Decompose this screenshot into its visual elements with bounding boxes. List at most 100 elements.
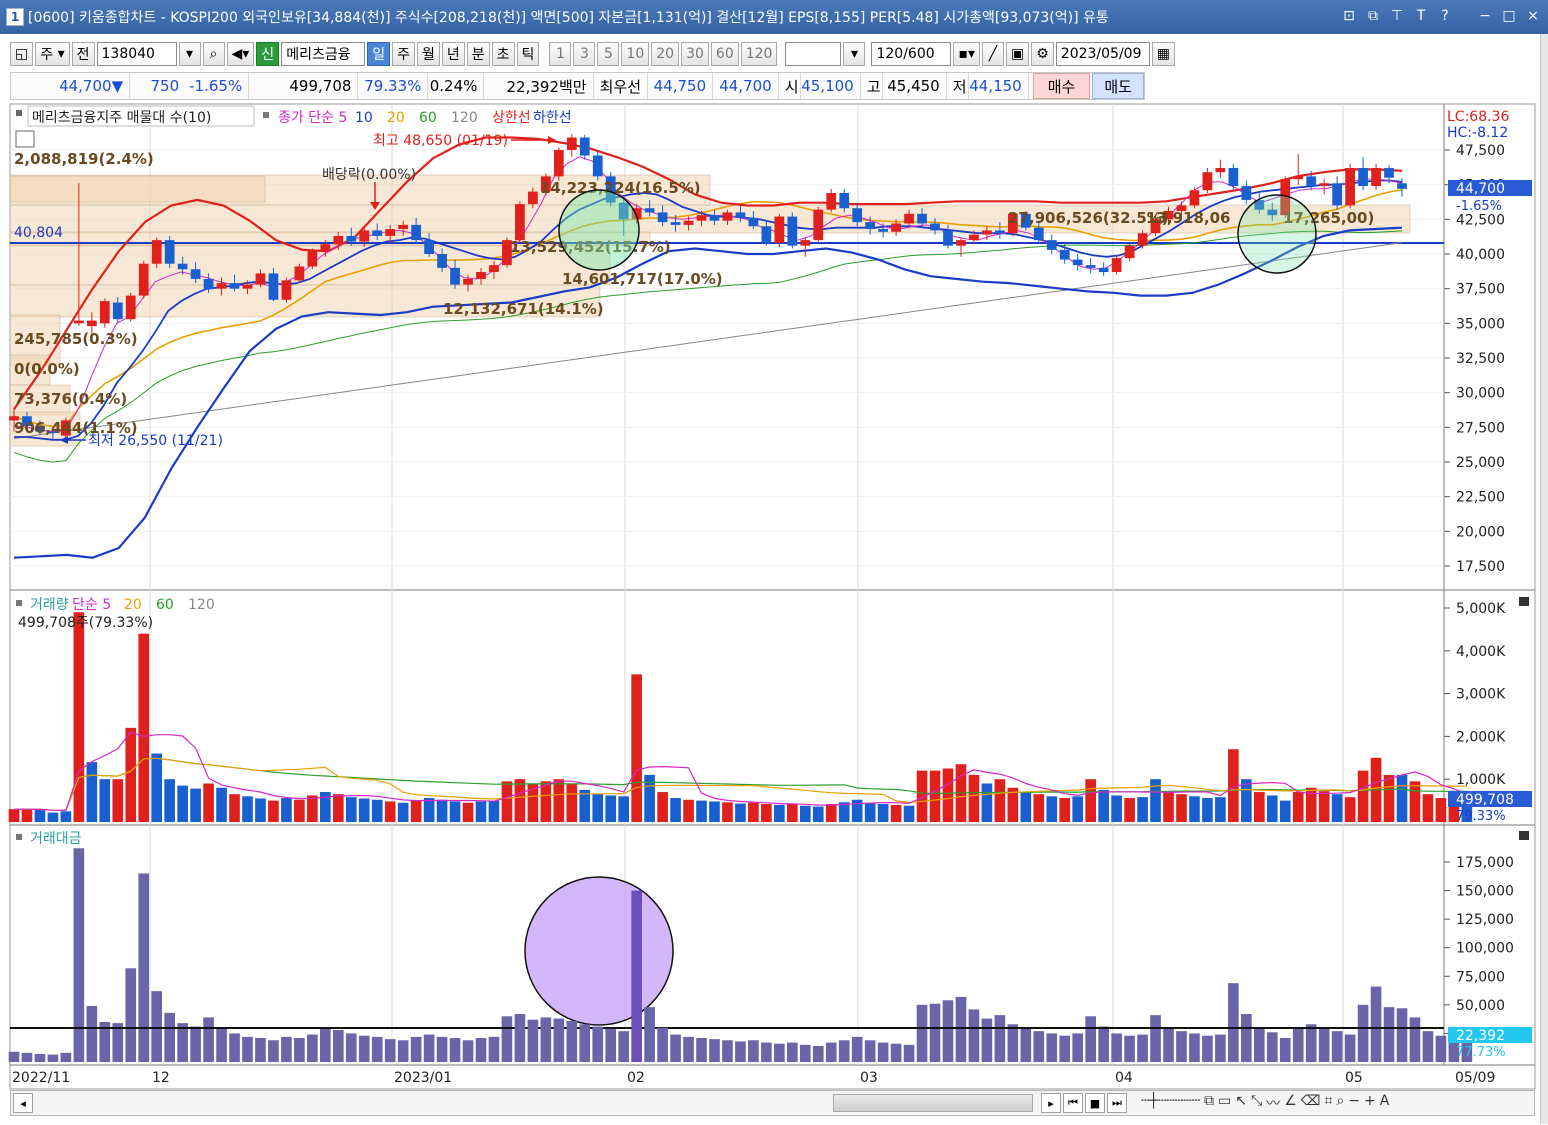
trade-value-bar <box>1370 986 1382 1062</box>
volume-bar <box>877 804 889 822</box>
candle-body <box>190 269 201 279</box>
stock-chart[interactable]: 47,50045,00042,50040,00037,50035,00032,5… <box>0 0 1540 1090</box>
candle-body <box>930 223 940 231</box>
volume-bar <box>1033 794 1045 822</box>
volume-bar <box>229 794 240 822</box>
current-pct-label: -1.65% <box>1456 199 1502 214</box>
candle-body <box>982 230 992 235</box>
price-axis-label: 30,000 <box>1456 386 1505 402</box>
trade-value-bar <box>1020 1028 1032 1062</box>
vertical-scrollbar[interactable] <box>1540 34 1548 1124</box>
zoom-in-icon[interactable]: + <box>1364 1093 1376 1113</box>
volume-bar <box>579 789 591 822</box>
jump-end-icon[interactable]: ⏭ <box>1107 1093 1127 1113</box>
trade-value-bar <box>268 1040 279 1062</box>
volume-bar <box>864 802 876 822</box>
trade-value-bar <box>164 1012 175 1062</box>
price-axis-label: 37,500 <box>1456 282 1505 298</box>
price-legend-label: 메리츠금융지주 매물대 수(10) <box>32 110 211 126</box>
trade-value-bar <box>618 1031 630 1062</box>
trade-value-bar <box>1072 1033 1084 1062</box>
volume-bar <box>423 798 435 822</box>
trade-value-bar <box>229 1033 240 1062</box>
trade-value-bar <box>449 1038 461 1062</box>
window-icon[interactable]: ▭ <box>1218 1093 1231 1113</box>
candle-body <box>463 278 473 285</box>
x-axis-label: 05 <box>1345 1070 1363 1086</box>
candle-body <box>774 216 785 243</box>
volume-axis-label: 1,000K <box>1456 772 1506 788</box>
scroll-right-icon[interactable]: ▸ <box>1041 1093 1061 1113</box>
jump-start-icon[interactable]: ⏮ <box>1063 1093 1083 1113</box>
trade-value-bar <box>190 1026 201 1062</box>
price-axis-label: 32,500 <box>1456 351 1505 367</box>
volume-bar <box>397 802 409 822</box>
volume-bar <box>60 811 72 822</box>
volume-bar <box>1085 779 1096 822</box>
trade-value-bar <box>1318 1027 1330 1062</box>
candle-body <box>99 301 110 324</box>
candle-body <box>138 263 149 296</box>
trade-value-bar <box>1266 1032 1278 1062</box>
volume-bar <box>670 798 681 822</box>
candle-body <box>878 229 888 232</box>
candle-body <box>177 263 188 270</box>
draw-wave-icon[interactable]: 〰 <box>1266 1093 1280 1113</box>
dividend-annotation: 배당락(0.00%) <box>322 167 416 183</box>
trade-value-bar <box>1163 1028 1174 1062</box>
volume-bar <box>709 801 720 822</box>
pane-collapse-icon[interactable] <box>1519 597 1529 606</box>
scroll-left-icon[interactable]: ◂ <box>13 1093 33 1113</box>
trade-value-bar <box>1253 1028 1265 1062</box>
volume-bar <box>786 804 798 822</box>
magnifier-icon[interactable]: ⌕ <box>1336 1093 1344 1113</box>
volume-bar <box>657 792 668 822</box>
horizontal-scrollbar[interactable]: ◂ ▸ ⏮ ■ ⏭ ┄┼┄┄┄┄┄ ⧉ ▭ ↖ ⤡ 〰 ∠ ⌫ ⌗ ⌕ − + … <box>10 1090 1535 1116</box>
trade-value-bar <box>1241 1014 1252 1062</box>
draw-line-icon[interactable]: ↖ <box>1235 1093 1247 1113</box>
volume-bar <box>1189 796 1200 822</box>
scroll-thumb[interactable] <box>833 1094 1033 1112</box>
value-axis-label: 75,000 <box>1456 969 1505 985</box>
trade-value-bar <box>1422 1031 1434 1062</box>
copy-icon[interactable]: ⧉ <box>1204 1093 1214 1113</box>
candle-body <box>1033 227 1044 241</box>
draw-trend-icon[interactable]: ⤡ <box>1251 1093 1262 1113</box>
stop-icon[interactable]: ■ <box>1085 1093 1105 1113</box>
volume-bar <box>929 770 941 822</box>
volume-bar <box>112 779 124 822</box>
volume-bar <box>1072 796 1084 822</box>
trade-value-bar <box>423 1034 435 1062</box>
grid-toggle-icon[interactable] <box>15 130 35 148</box>
trade-value-bar <box>345 1033 357 1062</box>
trade-value-bar <box>1098 1026 1109 1062</box>
eraser-icon[interactable]: ⌫ <box>1301 1093 1321 1113</box>
price-axis-label: 27,500 <box>1456 420 1505 436</box>
volume-bar <box>164 779 175 822</box>
trade-value-bar <box>488 1036 500 1062</box>
volume-profile-label: 14,223,224(16.5%) <box>540 179 701 197</box>
highlight-circle-april <box>1237 194 1317 274</box>
volume-bar <box>774 804 785 822</box>
pane-collapse-icon[interactable] <box>1519 831 1529 840</box>
price-legend-item: 종가 단순 5 <box>278 110 347 126</box>
trade-value-bar <box>774 1043 785 1062</box>
text-tool-icon[interactable]: A <box>1380 1093 1390 1113</box>
candle-body <box>1371 168 1381 187</box>
x-axis-end-label: 05/09 <box>1455 1070 1495 1086</box>
zoom-slider-icon[interactable]: ┄┼┄┄┄┄┄ <box>1141 1093 1200 1113</box>
trade-value-bar <box>955 996 967 1062</box>
trade-value-bar <box>475 1038 487 1062</box>
candle-body <box>865 222 876 230</box>
price-legend-items: 종가 단순 5 10 20 60 120 상한선 하한선 <box>278 110 572 126</box>
candle-body <box>1124 245 1135 259</box>
crop-icon[interactable]: ⌗ <box>1325 1093 1333 1113</box>
trade-value-bar <box>8 1051 20 1062</box>
draw-angle-icon[interactable]: ∠ <box>1284 1093 1297 1113</box>
trade-value-bar <box>1292 1028 1304 1062</box>
zoom-out-icon[interactable]: − <box>1348 1093 1360 1113</box>
volume-profile-label: 73,376(0.4%) <box>14 390 127 408</box>
trade-value-bar <box>73 848 85 1062</box>
trade-value-bar <box>929 1003 941 1062</box>
volume-bar <box>605 795 617 822</box>
